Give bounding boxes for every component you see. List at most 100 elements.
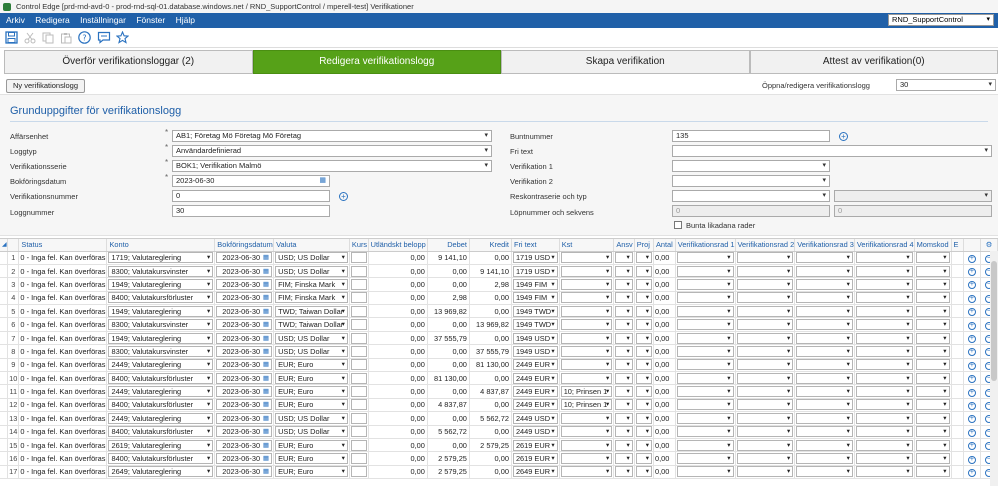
cell-ansv[interactable]: ▾ bbox=[613, 291, 635, 306]
cell-verrad4[interactable]: ▾ bbox=[854, 304, 915, 319]
cell-konto[interactable]: 8400; Valutakursförluster ▾ bbox=[106, 371, 216, 386]
cell-kurs[interactable] bbox=[349, 465, 369, 480]
cell-debet[interactable]: 0,00 bbox=[427, 358, 470, 373]
cell-momskod[interactable]: ▾ bbox=[914, 465, 952, 480]
menu-fonster[interactable]: Fönster bbox=[136, 15, 165, 25]
cell-verrad3[interactable]: ▾ bbox=[794, 344, 855, 359]
cell-konto[interactable]: 8300; Valutakursvinster ▾ bbox=[106, 317, 216, 332]
cell-verrad1[interactable]: ▾ bbox=[675, 465, 736, 480]
cell-kst[interactable]: 10; Prinsen 1 ▾ bbox=[559, 398, 615, 413]
cell-verrad3[interactable]: ▾ bbox=[794, 317, 855, 332]
cell-kredit[interactable]: 0,00 bbox=[469, 425, 512, 439]
calendar-icon[interactable]: ▦ bbox=[319, 176, 326, 186]
cell-ansv[interactable]: ▾ bbox=[613, 358, 635, 373]
paste-icon[interactable] bbox=[58, 30, 73, 45]
cell-proj[interactable]: ▾ bbox=[634, 371, 654, 386]
cell-verrad1[interactable]: ▾ bbox=[675, 344, 736, 359]
cell-ansv[interactable]: ▾ bbox=[613, 304, 635, 319]
cell-verrad3[interactable]: ▾ bbox=[794, 304, 855, 319]
col-fritext[interactable]: Fri text bbox=[511, 239, 560, 252]
cell-ansv[interactable]: ▾ bbox=[613, 317, 635, 332]
cell-konto[interactable]: 1719; Valutareglering ▾ bbox=[106, 251, 216, 265]
cell-kst[interactable]: 10; Prinsen 1 ▾ bbox=[559, 384, 615, 399]
cell-proj[interactable]: ▾ bbox=[634, 344, 654, 359]
cell-debet[interactable]: 81 130,00 bbox=[427, 371, 470, 386]
cell-verrad3[interactable]: ▾ bbox=[794, 331, 855, 346]
cell-verrad1[interactable]: ▾ bbox=[675, 331, 736, 346]
cell-verrad1[interactable]: ▾ bbox=[675, 291, 736, 306]
cell-verrad3[interactable]: ▾ bbox=[794, 371, 855, 386]
tab-redigera[interactable]: Redigera verifikationslogg bbox=[252, 50, 501, 74]
add-row-icon[interactable]: + bbox=[967, 254, 976, 263]
cell-momskod[interactable]: ▾ bbox=[914, 277, 952, 292]
cell-antal[interactable]: 0,00 bbox=[653, 384, 676, 399]
cell-verrad2[interactable]: ▾ bbox=[735, 411, 796, 426]
cell-verrad4[interactable]: ▾ bbox=[854, 358, 915, 373]
cell-verrad1[interactable]: ▾ bbox=[675, 277, 736, 292]
tab-skapa[interactable]: Skapa verifikation bbox=[501, 50, 750, 74]
cell-verrad2[interactable]: ▾ bbox=[735, 384, 796, 399]
calendar-icon[interactable]: ▦ bbox=[263, 400, 269, 409]
cell-kredit[interactable]: 0,00 bbox=[469, 371, 512, 386]
new-log-button[interactable]: Ny verifikationslogg bbox=[6, 79, 86, 93]
cell-verrad1[interactable]: ▾ bbox=[675, 438, 736, 453]
cell-fritext[interactable]: 2449 EUR ▾ bbox=[511, 358, 560, 373]
table-row[interactable]: 20 - Inga fel. Kan överföras 8300; Valuta… bbox=[0, 264, 998, 279]
cell-verrad4[interactable]: ▾ bbox=[854, 291, 915, 306]
cell-antal[interactable]: 0,00 bbox=[653, 331, 676, 346]
table-row[interactable]: 14 0 - Inga fel. Kan överföras 8400; Valut… bbox=[0, 425, 998, 439]
col-kst[interactable]: Kst bbox=[559, 239, 615, 252]
cell-kredit[interactable]: 0,00 bbox=[469, 465, 512, 480]
calendar-icon[interactable]: ▦ bbox=[263, 374, 269, 383]
cell-verrad3[interactable]: ▾ bbox=[794, 411, 855, 426]
cell-konto[interactable]: 2619; Valutareglering ▾ bbox=[106, 438, 216, 453]
cell-verrad4[interactable]: ▾ bbox=[854, 251, 915, 265]
calendar-icon[interactable]: ▦ bbox=[263, 320, 269, 329]
cell-datum[interactable]: 2023-06-30 ▦ bbox=[214, 411, 275, 426]
cell-debet[interactable]: 0,00 bbox=[427, 411, 470, 426]
table-row[interactable]: 15 0 - Inga fel. Kan överföras 2619; Valut… bbox=[0, 438, 998, 453]
cell-momskod[interactable]: ▾ bbox=[914, 411, 952, 426]
cell-konto[interactable]: 1949; Valutareglering ▾ bbox=[106, 331, 216, 346]
cell-proj[interactable]: ▾ bbox=[634, 438, 654, 453]
cell-valuta[interactable]: TWD; Taiwan Dollar ▾ bbox=[273, 304, 350, 319]
verifikation2-select[interactable]: ▾ bbox=[672, 175, 830, 187]
cell-verrad3[interactable]: ▾ bbox=[794, 291, 855, 306]
col-verrad1[interactable]: Verifikationsrad 1 bbox=[675, 239, 736, 252]
cell-kst[interactable]: ▾ bbox=[559, 317, 615, 332]
cell-verrad1[interactable]: ▾ bbox=[675, 384, 736, 399]
cell-momskod[interactable]: ▾ bbox=[914, 425, 952, 439]
cell-fritext[interactable]: 1949 USD ▾ bbox=[511, 331, 560, 346]
cell-verrad3[interactable]: ▾ bbox=[794, 251, 855, 265]
reskontra-typ-select[interactable]: ▾ bbox=[834, 190, 992, 202]
cell-konto[interactable]: 8400; Valutakursförluster ▾ bbox=[106, 398, 216, 413]
cell-momskod[interactable]: ▾ bbox=[914, 331, 952, 346]
cell-proj[interactable]: ▾ bbox=[634, 317, 654, 332]
cell-verrad2[interactable]: ▾ bbox=[735, 291, 796, 306]
cell-debet[interactable]: 5 562,72 bbox=[427, 425, 470, 439]
cell-verrad2[interactable]: ▾ bbox=[735, 264, 796, 279]
col-antal[interactable]: Antal bbox=[653, 239, 676, 252]
cell-antal[interactable]: 0,00 bbox=[653, 358, 676, 373]
cell-antal[interactable]: 0,00 bbox=[653, 344, 676, 359]
help-icon[interactable]: ? bbox=[77, 30, 92, 45]
cell-kurs[interactable] bbox=[349, 398, 369, 413]
col-utlandskt-belopp[interactable]: Utländskt belopp bbox=[368, 239, 428, 252]
cell-kst[interactable]: ▾ bbox=[559, 304, 615, 319]
cell-kst[interactable]: ▾ bbox=[559, 277, 615, 292]
cell-fritext[interactable]: 1949 TWD ▾ bbox=[511, 304, 560, 319]
cell-valuta[interactable]: TWD; Taiwan Dollar ▾ bbox=[273, 317, 350, 332]
cell-momskod[interactable]: ▾ bbox=[914, 358, 952, 373]
table-row[interactable]: 70 - Inga fel. Kan överföras 1949; Valuta… bbox=[0, 331, 998, 346]
cell-momskod[interactable]: ▾ bbox=[914, 398, 952, 413]
add-row-icon[interactable]: + bbox=[967, 308, 976, 317]
calendar-icon[interactable]: ▦ bbox=[263, 454, 269, 463]
cell-belopp[interactable]: 0,00 bbox=[368, 317, 428, 332]
cell-konto[interactable]: 2449; Valutareglering ▾ bbox=[106, 358, 216, 373]
cell-kredit[interactable]: 81 130,00 bbox=[469, 358, 512, 373]
cell-proj[interactable]: ▾ bbox=[634, 425, 654, 439]
cell-momskod[interactable]: ▾ bbox=[914, 451, 952, 466]
chat-icon[interactable] bbox=[96, 30, 111, 45]
cell-valuta[interactable]: EUR; Euro ▾ bbox=[273, 398, 350, 413]
cell-kurs[interactable] bbox=[349, 358, 369, 373]
